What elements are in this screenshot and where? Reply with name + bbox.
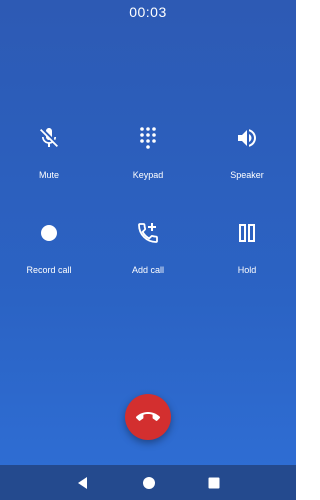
mute-button[interactable]: Mute (0, 120, 98, 180)
dialpad-icon (140, 127, 156, 149)
call-controls-grid: Mute Keypad Speaker Record call Add call… (0, 120, 296, 280)
add-call-label: Add call (131, 265, 165, 275)
add-call-button[interactable]: Add call (99, 215, 197, 275)
hold-button[interactable]: Hold (198, 215, 296, 275)
add-call-icon (138, 223, 158, 243)
call-timer: 00:03 (129, 4, 167, 20)
record-call-label: Record call (26, 265, 72, 275)
speaker-label: Speaker (230, 170, 264, 180)
home-circle-icon[interactable] (140, 474, 158, 492)
call-end-icon (136, 412, 160, 421)
mute-label: Mute (38, 170, 59, 180)
end-call-button[interactable] (125, 394, 171, 440)
keypad-label: Keypad (132, 170, 164, 180)
volume-icon (238, 129, 256, 147)
recents-square-icon[interactable] (205, 474, 223, 492)
back-triangle-icon[interactable] (74, 474, 92, 492)
hold-label: Hold (237, 265, 257, 275)
mic-off-icon (40, 128, 58, 147)
pause-icon (239, 224, 255, 242)
record-call-button[interactable]: Record call (0, 215, 98, 275)
in-call-screen: 00:03 Mute Keypad Speaker Record call Ad… (0, 0, 296, 500)
system-nav-bar (0, 465, 296, 500)
keypad-button[interactable]: Keypad (99, 120, 197, 180)
record-dot-icon (41, 225, 57, 241)
speaker-button[interactable]: Speaker (198, 120, 296, 180)
